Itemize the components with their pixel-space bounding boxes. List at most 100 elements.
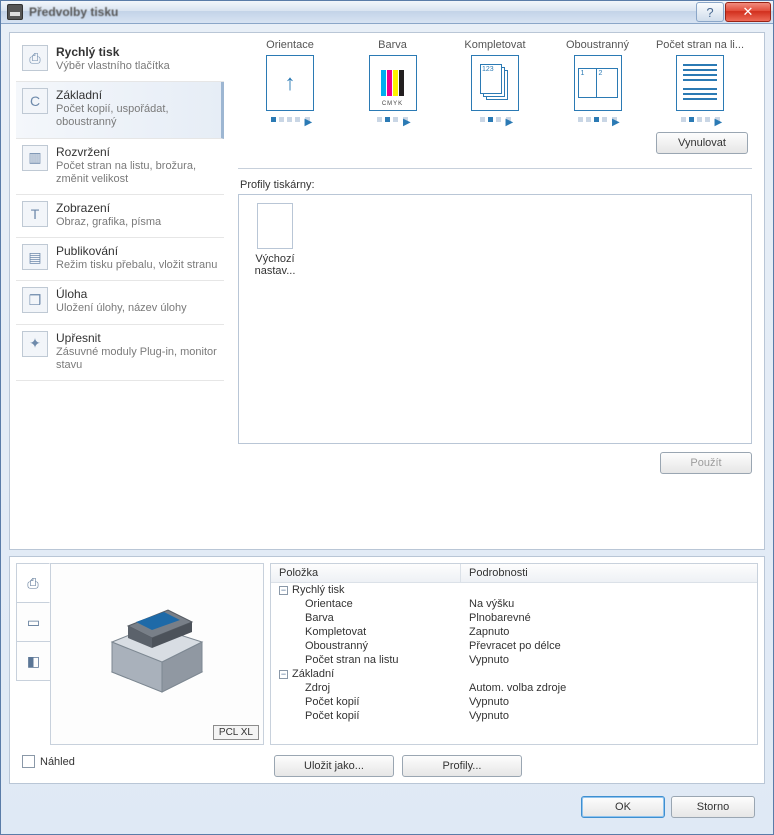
row-key: Počet kopií [305, 696, 359, 708]
help-button[interactable]: ? [696, 2, 724, 22]
sidebar-item-advanced[interactable]: ✦ Upřesnit Zásuvné moduly Plug-in, monit… [16, 325, 224, 381]
sidebar-item-label: Rychlý tisk [56, 45, 218, 59]
details-table: Položka Podrobnosti −Rychlý tiskOrientac… [270, 563, 758, 745]
sidebar-item-basic[interactable]: C Základní Počet kopií, uspořádat, obous… [16, 82, 224, 138]
quick-label: Barva [345, 39, 441, 51]
pdl-badge: PCL XL [213, 725, 259, 740]
quick-duplex[interactable]: Oboustranný 1 2 ▶ [550, 39, 646, 122]
row-key: Počet stran na listu [305, 654, 399, 666]
quick-label: Orientace [242, 39, 338, 51]
apply-button[interactable]: Použít [660, 452, 752, 474]
profiles-button[interactable]: Profily... [402, 755, 522, 777]
row-key: Orientace [305, 598, 353, 610]
sidebar-item-desc: Zásuvné moduly Plug-in, monitor stavu [56, 346, 218, 372]
footer-buttons: OK Storno [9, 790, 765, 828]
profile-label: Výchozí nastav... [247, 253, 303, 277]
dots-indicator: ▶ [271, 117, 310, 122]
dots-indicator: ▶ [681, 117, 720, 122]
printer-app-icon [7, 4, 23, 20]
profiles-label: Profily tiskárny: [240, 179, 752, 191]
profile-thumb-icon [257, 203, 293, 249]
quick-orientation[interactable]: Orientace ▶ [242, 39, 338, 122]
ok-button[interactable]: OK [581, 796, 665, 818]
row-key: Barva [305, 612, 334, 624]
row-value: Plnobarevné [469, 612, 531, 624]
lower-panel: ⎙ ▭ ◧ [9, 556, 765, 784]
sidebar-item-desc: Obraz, grafika, písma [56, 216, 218, 229]
sidebar-item-imaging[interactable]: T Zobrazení Obraz, grafika, písma [16, 195, 224, 238]
row-value: Vypnuto [469, 710, 509, 722]
table-group[interactable]: −Základní [271, 667, 757, 681]
tab-page[interactable]: ▭ [16, 602, 50, 642]
pagesper-icon [676, 55, 724, 111]
sidebar-item-desc: Uložení úlohy, název úlohy [56, 302, 218, 315]
advanced-icon: ✦ [22, 331, 48, 357]
content: ⎙ Rychlý tisk Výběr vlastního tlačítka C… [1, 24, 773, 834]
window: Předvolby tisku ? ✕ ⎙ Rychlý tisk Výběr … [0, 0, 774, 835]
row-value: Vypnuto [469, 696, 509, 708]
sidebar-item-desc: Výběr vlastního tlačítka [56, 60, 218, 73]
quickprint-icon: ⎙ [22, 45, 48, 71]
table-row[interactable]: Počet kopií Vypnuto [271, 709, 757, 723]
row-value: Na výšku [469, 598, 514, 610]
table-row[interactable]: Kompletovat Zapnuto [271, 625, 757, 639]
table-row[interactable]: Orientace Na výšku [271, 597, 757, 611]
basic-icon: C [22, 88, 48, 114]
row-value: Autom. volba zdroje [469, 682, 566, 694]
tab-printer[interactable]: ⎙ [16, 563, 50, 603]
table-row[interactable]: OboustrannýPřevracet po délce [271, 639, 757, 653]
quick-label: Počet stran na li... [652, 39, 748, 51]
color-icon: CMYK [369, 55, 417, 111]
cancel-button[interactable]: Storno [671, 796, 755, 818]
separator [238, 168, 752, 169]
details-body[interactable]: −Rychlý tiskOrientaceNa výškuBarvaPlnoba… [271, 583, 757, 744]
group-name: Základní [292, 668, 334, 680]
row-key: Zdroj [305, 682, 330, 694]
collate-icon: 123 123 123 [471, 55, 519, 111]
sidebar-item-layout[interactable]: ▥ Rozvržení Počet stran na listu, brožur… [16, 139, 224, 195]
reset-button[interactable]: Vynulovat [656, 132, 748, 154]
job-icon: ❒ [22, 287, 48, 313]
sidebar-item-desc: Počet stran na listu, brožura, změnit ve… [56, 160, 218, 186]
layout-icon: ▥ [22, 145, 48, 171]
save-as-button[interactable]: Uložit jako... [274, 755, 394, 777]
sidebar-item-label: Publikování [56, 244, 218, 258]
sidebar-item-quickprint[interactable]: ⎙ Rychlý tisk Výběr vlastního tlačítka [16, 39, 224, 82]
row-key: Kompletovat [305, 626, 366, 638]
quick-label: Kompletovat [447, 39, 543, 51]
row-value: Zapnuto [469, 626, 509, 638]
profiles-box: Výchozí nastav... [238, 194, 752, 444]
sidebar-item-label: Zobrazení [56, 201, 218, 215]
table-row[interactable]: Zdroj Autom. volba zdroje [271, 681, 757, 695]
sidebar-item-label: Základní [56, 88, 215, 102]
row-key: Počet kopií [305, 710, 359, 722]
profile-default[interactable]: Výchozí nastav... [247, 203, 303, 277]
titlebar: Předvolby tisku ? ✕ [1, 1, 773, 24]
help-icon: ? [706, 5, 713, 20]
sidebar-item-job[interactable]: ❒ Úloha Uložení úlohy, název úlohy [16, 281, 224, 324]
tree-collapse-icon: − [279, 670, 288, 679]
sidebar-item-desc: Počet kopií, uspořádat, oboustranný [56, 103, 215, 129]
preview-tabs: ⎙ ▭ ◧ [16, 563, 50, 745]
group-name: Rychlý tisk [292, 584, 345, 596]
close-button[interactable]: ✕ [725, 2, 771, 22]
quick-label: Oboustranný [550, 39, 646, 51]
tab-color[interactable]: ◧ [16, 641, 50, 681]
sidebar-item-publishing[interactable]: ▤ Publikování Režim tisku přebalu, vloži… [16, 238, 224, 281]
close-icon: ✕ [743, 4, 754, 20]
row-value: Vypnuto [469, 654, 509, 666]
publishing-icon: ▤ [22, 244, 48, 270]
quick-collate[interactable]: Kompletovat 123 123 123 ▶ [447, 39, 543, 122]
window-title: Předvolby tisku [29, 5, 118, 19]
preview-checkbox[interactable]: Náhled [16, 755, 264, 768]
table-row[interactable]: Počet kopií Vypnuto [271, 695, 757, 709]
quick-pagesper[interactable]: Počet stran na li... ▶ [652, 39, 748, 122]
table-group[interactable]: −Rychlý tisk [271, 583, 757, 597]
sidebar-item-desc: Režim tisku přebalu, vložit stranu [56, 259, 218, 272]
quick-color[interactable]: Barva CMYK ▶ [345, 39, 441, 122]
imaging-icon: T [22, 201, 48, 227]
sidebar-item-label: Upřesnit [56, 331, 218, 345]
table-row[interactable]: Barva Plnobarevné [271, 611, 757, 625]
preview-checkbox-label: Náhled [40, 756, 75, 768]
table-row[interactable]: Počet stran na listu Vypnuto [271, 653, 757, 667]
